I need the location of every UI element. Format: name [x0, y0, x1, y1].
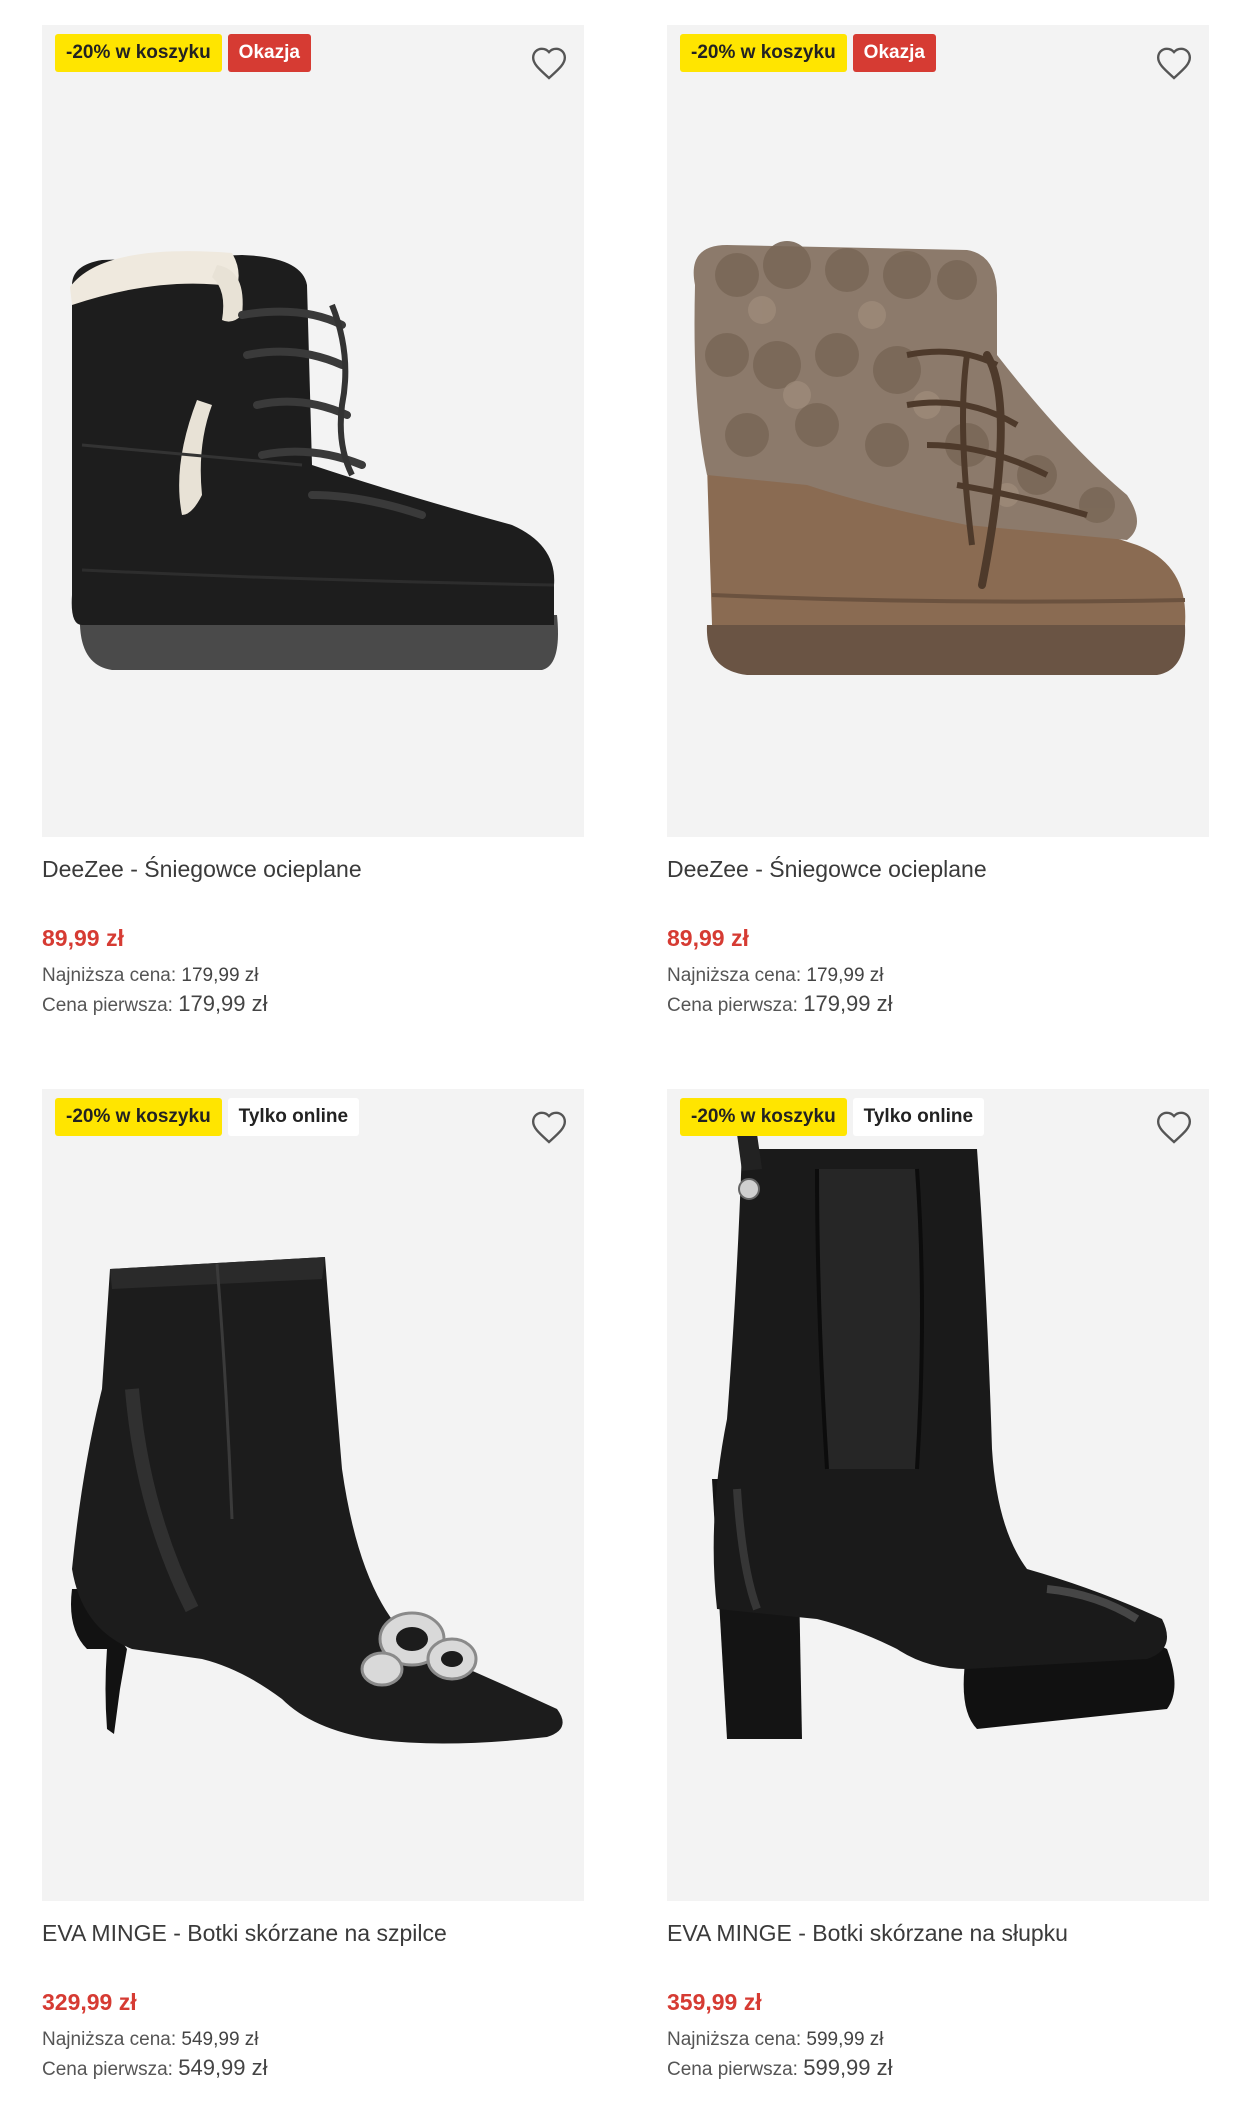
product-image[interactable]: -20% w koszyku Okazja	[42, 25, 584, 837]
heart-outline-icon[interactable]	[1155, 45, 1193, 81]
lowest-price-label: Najniższa cena:	[42, 2029, 177, 2050]
okazja-badge: Okazja	[852, 34, 936, 72]
first-price-value: 179,99 zł	[178, 991, 268, 1016]
first-price: Cena pierwsza: 179,99 zł	[42, 990, 584, 1020]
lowest-price-label: Najniższa cena:	[667, 2029, 802, 2050]
lowest-price: Najniższa cena: 179,99 zł	[667, 962, 1209, 990]
promo-badge: -20% w koszyku	[55, 34, 222, 72]
lowest-price-value: 179,99 zł	[181, 965, 259, 986]
product-card[interactable]: -20% w koszyku Tylko online EVA MINGE - …	[667, 1089, 1209, 2084]
product-name[interactable]: DeeZee - Śniegowce ocieplane	[42, 854, 584, 884]
product-name[interactable]: EVA MINGE - Botki skórzane na szpilce	[42, 1918, 584, 1948]
first-price-value: 179,99 zł	[803, 991, 893, 1016]
lowest-price-label: Najniższa cena:	[42, 965, 177, 986]
online-only-badge: Tylko online	[852, 1098, 985, 1136]
promo-badge: -20% w koszyku	[680, 34, 847, 72]
product-name[interactable]: DeeZee - Śniegowce ocieplane	[667, 854, 1209, 884]
okazja-badge: Okazja	[227, 34, 311, 72]
heart-outline-icon[interactable]	[1155, 1109, 1193, 1145]
heart-outline-icon[interactable]	[530, 1109, 568, 1145]
product-card[interactable]: -20% w koszyku Tylko online EVA MINGE - …	[42, 1089, 584, 2084]
product-card[interactable]: -20% w koszyku Okazja DeeZee - Śniegowce…	[42, 25, 584, 1020]
product-image[interactable]: -20% w koszyku Tylko online	[667, 1089, 1209, 1901]
black-stiletto-ankle-boot-image	[71, 1257, 563, 1744]
lowest-price-value: 549,99 zł	[181, 2029, 259, 2050]
first-price-label: Cena pierwsza:	[667, 995, 798, 1016]
first-price-value: 599,99 zł	[803, 2055, 893, 2080]
badge-row: -20% w koszyku Tylko online	[680, 1098, 985, 1136]
first-price-label: Cena pierwsza:	[667, 2059, 798, 2080]
black-block-heel-platform-boot-image	[712, 1134, 1175, 1739]
online-only-badge: Tylko online	[227, 1098, 360, 1136]
product-price: 329,99 zł	[42, 1989, 137, 2015]
badge-row: -20% w koszyku Tylko online	[55, 1098, 360, 1136]
promo-badge: -20% w koszyku	[680, 1098, 847, 1136]
lowest-price-value: 599,99 zł	[806, 2029, 884, 2050]
lowest-price-value: 179,99 zł	[806, 965, 884, 986]
first-price: Cena pierwsza: 549,99 zł	[42, 2054, 584, 2084]
black-snow-boot-image	[70, 251, 558, 670]
product-card[interactable]: -20% w koszyku Okazja DeeZee - Śniegowce…	[667, 25, 1209, 1020]
heart-outline-icon[interactable]	[530, 45, 568, 81]
product-name[interactable]: EVA MINGE - Botki skórzane na słupku	[667, 1918, 1209, 1948]
lowest-price: Najniższa cena: 599,99 zł	[667, 2026, 1209, 2054]
product-price: 359,99 zł	[667, 1989, 762, 2015]
promo-badge: -20% w koszyku	[55, 1098, 222, 1136]
product-price: 89,99 zł	[667, 925, 749, 951]
product-image[interactable]: -20% w koszyku Tylko online	[42, 1089, 584, 1901]
product-image[interactable]: -20% w koszyku Okazja	[667, 25, 1209, 837]
product-grid: -20% w koszyku Okazja DeeZee - Śniegowce…	[0, 0, 1250, 2123]
badge-row: -20% w koszyku Okazja	[680, 34, 936, 72]
lowest-price: Najniższa cena: 179,99 zł	[42, 962, 584, 990]
first-price-value: 549,99 zł	[178, 2055, 268, 2080]
product-price: 89,99 zł	[42, 925, 124, 951]
first-price-label: Cena pierwsza:	[42, 995, 173, 1016]
first-price: Cena pierwsza: 599,99 zł	[667, 2054, 1209, 2084]
badge-row: -20% w koszyku Okazja	[55, 34, 311, 72]
first-price: Cena pierwsza: 179,99 zł	[667, 990, 1209, 1020]
lowest-price-label: Najniższa cena:	[667, 965, 802, 986]
brown-fur-snow-boot-image	[693, 241, 1186, 675]
first-price-label: Cena pierwsza:	[42, 2059, 173, 2080]
lowest-price: Najniższa cena: 549,99 zł	[42, 2026, 584, 2054]
